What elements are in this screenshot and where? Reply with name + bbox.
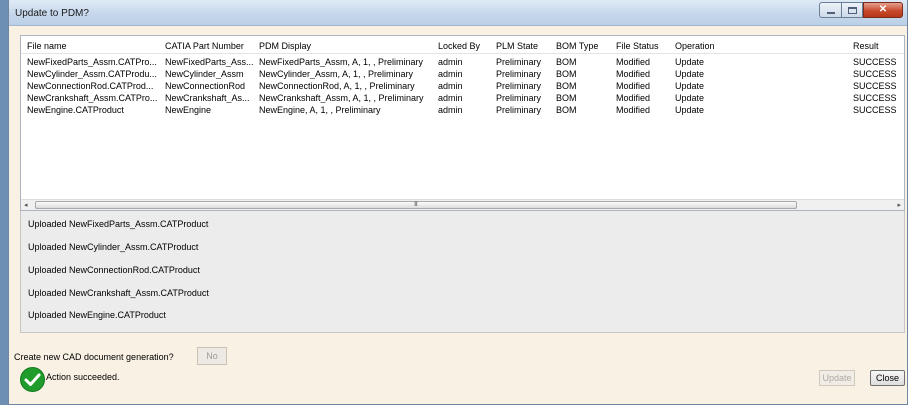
- log-line: Uploaded NewFixedParts_Assm.CATProduct: [28, 219, 209, 229]
- cell-pdm-display: NewFixedParts_Assm, A, 1, , Preliminary: [259, 57, 424, 67]
- maximize-button[interactable]: [841, 2, 863, 18]
- cell-plm-state: Preliminary: [496, 57, 542, 67]
- close-button[interactable]: Close: [870, 370, 905, 386]
- cell-file-status: Modified: [616, 57, 651, 67]
- cell-pdm-display: NewEngine, A, 1, , Preliminary: [259, 105, 381, 115]
- status-message: Action succeeded.: [46, 372, 120, 382]
- cell-file-status: Modified: [616, 81, 651, 91]
- cell-locked-by: admin: [438, 105, 463, 115]
- cell-file-name: NewCrankshaft_Assm.CATPro...: [27, 93, 158, 103]
- column-header-file-name[interactable]: File name: [27, 41, 163, 51]
- table-row[interactable]: NewFixedParts_Assm.CATPro... NewFixedPar…: [21, 57, 904, 69]
- cell-file-status: Modified: [616, 105, 651, 115]
- table-row[interactable]: NewConnectionRod.CATProd... NewConnectio…: [21, 81, 904, 93]
- cell-pdm-display: NewCrankshaft_Assm, A, 1, , Preliminary: [259, 93, 424, 103]
- check-circle-icon: [20, 367, 45, 392]
- cell-file-status: Modified: [616, 93, 651, 103]
- cell-bom-type: BOM: [556, 93, 577, 103]
- cell-catia-part-number: NewConnectionRod: [165, 81, 246, 91]
- cell-pdm-display: NewCylinder_Assm, A, 1, , Preliminary: [259, 69, 414, 79]
- cell-locked-by: admin: [438, 57, 463, 67]
- cell-plm-state: Preliminary: [496, 69, 542, 79]
- cell-operation: Update: [675, 57, 705, 67]
- title-bar[interactable]: Update to PDM? ✕: [9, 0, 907, 26]
- update-button[interactable]: Update: [819, 370, 855, 386]
- column-header-operation[interactable]: Operation: [675, 41, 845, 51]
- cell-locked-by: admin: [438, 93, 463, 103]
- cell-file-name: NewConnectionRod.CATProd...: [27, 81, 154, 91]
- cell-plm-state: Preliminary: [496, 81, 542, 91]
- log-line: Uploaded NewCylinder_Assm.CATProduct: [28, 242, 199, 252]
- table-row[interactable]: NewCrankshaft_Assm.CATPro... NewCranksha…: [21, 93, 904, 105]
- cell-operation: Update: [675, 81, 705, 91]
- minimize-icon: [826, 12, 835, 14]
- scroll-right-arrow-icon[interactable]: ▸: [897, 201, 901, 209]
- scrollbar-thumb[interactable]: III: [35, 201, 797, 209]
- cell-bom-type: BOM: [556, 81, 577, 91]
- cell-bom-type: BOM: [556, 105, 577, 115]
- log-line: Uploaded NewCrankshaft_Assm.CATProduct: [28, 288, 209, 298]
- column-header-plm-state[interactable]: PLM State: [496, 41, 554, 51]
- cell-bom-type: BOM: [556, 69, 577, 79]
- cell-catia-part-number: NewFixedParts_Ass...: [165, 57, 254, 67]
- close-icon: ✕: [878, 4, 888, 15]
- column-header-bom-type[interactable]: BOM Type: [556, 41, 614, 51]
- cell-operation: Update: [675, 105, 705, 115]
- window-controls: ✕: [819, 2, 903, 18]
- cell-pdm-display: NewConnectionRod, A, 1, , Preliminary: [259, 81, 415, 91]
- cell-file-name: NewEngine.CATProduct: [27, 105, 124, 115]
- column-header-pdm-display[interactable]: PDM Display: [259, 41, 435, 51]
- horizontal-scrollbar[interactable]: ◂ III ▸: [21, 199, 904, 210]
- close-window-button[interactable]: ✕: [863, 2, 903, 18]
- cell-file-status: Modified: [616, 69, 651, 79]
- log-line: Uploaded NewEngine.CATProduct: [28, 310, 166, 320]
- cell-result: SUCCESS: [853, 69, 897, 79]
- scroll-left-arrow-icon[interactable]: ◂: [24, 201, 28, 209]
- cell-operation: Update: [675, 93, 705, 103]
- cell-operation: Update: [675, 69, 705, 79]
- cell-result: SUCCESS: [853, 81, 897, 91]
- cell-result: SUCCESS: [853, 93, 897, 103]
- cell-bom-type: BOM: [556, 57, 577, 67]
- column-header-result[interactable]: Result: [853, 41, 903, 51]
- table-row[interactable]: NewCylinder_Assm.CATProdu... NewCylinder…: [21, 69, 904, 81]
- scroll-grip-icon: III: [414, 201, 418, 208]
- upload-log: Uploaded NewFixedParts_Assm.CATProduct U…: [20, 211, 905, 333]
- cell-plm-state: Preliminary: [496, 105, 542, 115]
- window-title: Update to PDM?: [15, 8, 89, 19]
- log-line: Uploaded NewConnectionRod.CATProduct: [28, 265, 200, 275]
- minimize-button[interactable]: [819, 2, 841, 18]
- table-header: File name CATIA Part Number PDM Display …: [21, 36, 904, 54]
- cell-plm-state: Preliminary: [496, 93, 542, 103]
- column-header-file-status[interactable]: File Status: [616, 41, 673, 51]
- cell-catia-part-number: NewCylinder_Assm: [165, 69, 244, 79]
- cell-result: SUCCESS: [853, 105, 897, 115]
- cell-file-name: NewFixedParts_Assm.CATPro...: [27, 57, 157, 67]
- cell-locked-by: admin: [438, 69, 463, 79]
- cell-file-name: NewCylinder_Assm.CATProdu...: [27, 69, 157, 79]
- cad-generation-label: Create new CAD document generation?: [14, 352, 174, 362]
- cell-result: SUCCESS: [853, 57, 897, 67]
- column-header-locked-by[interactable]: Locked By: [438, 41, 494, 51]
- cell-locked-by: admin: [438, 81, 463, 91]
- maximize-icon: [847, 6, 857, 14]
- cell-catia-part-number: NewEngine: [165, 105, 212, 115]
- update-to-pdm-dialog: Update to PDM? ✕ File name CATIA Part Nu…: [8, 0, 908, 405]
- cell-catia-part-number: NewCrankshaft_As...: [165, 93, 250, 103]
- column-header-catia-part-number[interactable]: CATIA Part Number: [165, 41, 257, 51]
- table-row[interactable]: NewEngine.CATProduct NewEngine NewEngine…: [21, 105, 904, 117]
- no-button[interactable]: No: [197, 347, 227, 365]
- results-table: File name CATIA Part Number PDM Display …: [20, 35, 905, 211]
